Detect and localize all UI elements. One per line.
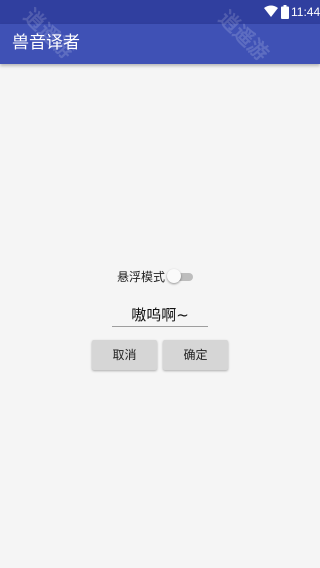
switch-thumb — [167, 269, 182, 283]
floating-mode-label: 悬浮模式 — [117, 270, 166, 284]
confirm-button[interactable]: 确定 — [163, 340, 228, 370]
floating-mode-row: 悬浮模式 — [117, 266, 195, 288]
battery-icon — [281, 5, 289, 19]
status-time: 11:44 — [291, 5, 320, 19]
wifi-icon — [264, 5, 278, 17]
floating-mode-switch[interactable] — [167, 269, 195, 285]
translation-input[interactable] — [112, 302, 208, 327]
cancel-button[interactable]: 取消 — [92, 340, 157, 370]
